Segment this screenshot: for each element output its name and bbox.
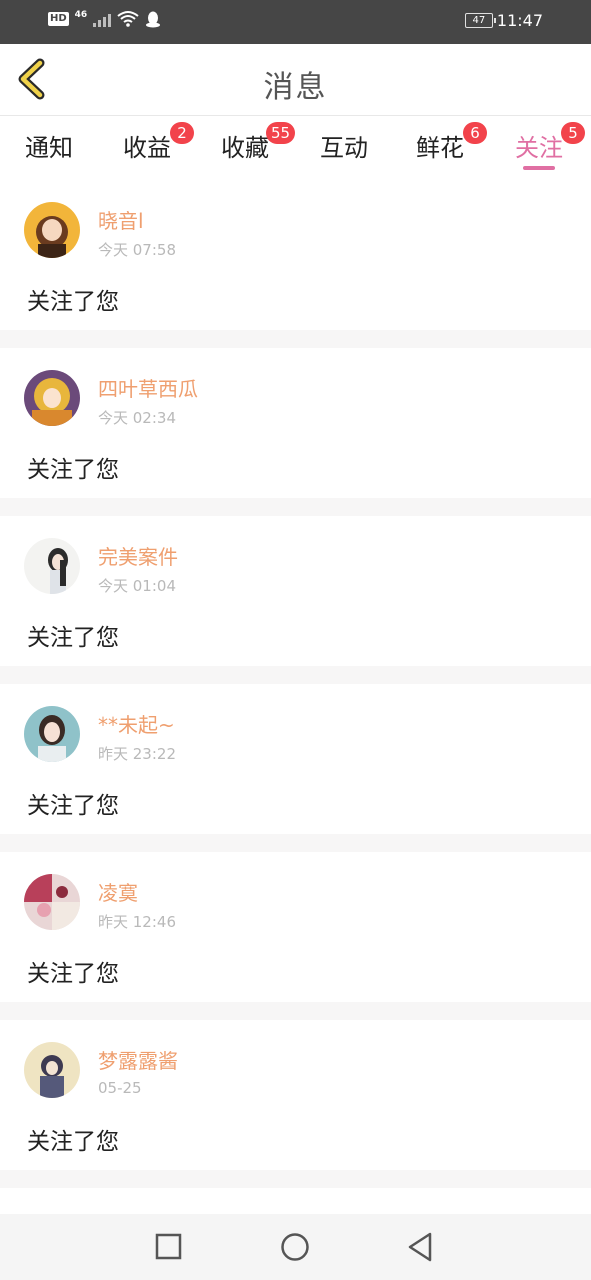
- user-name[interactable]: **未起~: [98, 709, 175, 738]
- hd-icon: HD: [48, 12, 69, 26]
- tab-following[interactable]: 关注 5: [515, 122, 585, 163]
- circle-icon: [281, 1233, 309, 1261]
- avatar[interactable]: [24, 706, 80, 762]
- tab-interactions[interactable]: 互动: [320, 128, 368, 163]
- message-text: 关注了您: [27, 793, 119, 819]
- tab-bar: 通知 收益 2 收藏 55 互动 鲜花 6 关注 5: [0, 116, 591, 180]
- recent-apps-button[interactable]: [152, 1230, 186, 1264]
- user-name[interactable]: 完美案件: [98, 541, 178, 570]
- system-nav-bar: [0, 1214, 591, 1280]
- user-name[interactable]: 梦露露酱: [98, 1045, 178, 1074]
- active-tab-indicator: [523, 166, 555, 170]
- message-time: 今天 02:34: [98, 409, 176, 427]
- message-card[interactable]: 完美案件 今天 01:04 关注了您: [0, 516, 591, 666]
- message-card[interactable]: 梦露露酱 05-25 关注了您: [0, 1020, 591, 1170]
- status-time: 11:47: [496, 11, 543, 30]
- tab-label: 收藏: [221, 134, 269, 162]
- message-time: 今天 07:58: [98, 241, 176, 259]
- avatar[interactable]: [24, 370, 80, 426]
- avatar[interactable]: [24, 202, 80, 258]
- tab-notifications[interactable]: 通知: [25, 128, 73, 163]
- square-icon: [155, 1233, 182, 1260]
- tab-label: 收益: [123, 134, 171, 162]
- network-label: 46: [74, 10, 88, 20]
- tab-flowers[interactable]: 鲜花 6: [416, 122, 487, 163]
- triangle-back-icon: [408, 1232, 432, 1262]
- tab-badge: 6: [463, 122, 487, 144]
- page-title: 消息: [263, 70, 328, 105]
- status-left: HD 46: [48, 10, 161, 28]
- tab-badge: 5: [561, 122, 585, 144]
- avatar[interactable]: [24, 874, 80, 930]
- message-text: 关注了您: [27, 457, 119, 483]
- battery-icon: 47: [464, 13, 496, 28]
- avatar[interactable]: [24, 1042, 80, 1098]
- tab-label: 通知: [25, 134, 73, 162]
- tab-label: 互动: [320, 134, 368, 162]
- avatar[interactable]: [24, 538, 80, 594]
- signal-icon: [93, 11, 112, 27]
- user-name[interactable]: 凌寞: [98, 877, 138, 906]
- user-name[interactable]: 四叶草西瓜: [98, 373, 198, 402]
- home-button[interactable]: [278, 1230, 312, 1264]
- message-card[interactable]: 四叶草西瓜 今天 02:34 关注了您: [0, 348, 591, 498]
- message-text: 关注了您: [27, 625, 119, 651]
- app-header: 消息: [0, 44, 591, 116]
- message-card[interactable]: **未起~ 昨天 23:22 关注了您: [0, 684, 591, 834]
- message-time: 昨天 12:46: [98, 913, 176, 931]
- message-card[interactable]: 凌寞 昨天 12:46 关注了您: [0, 852, 591, 1002]
- message-time: 05-25: [98, 1079, 142, 1097]
- message-text: 关注了您: [27, 289, 119, 315]
- message-text: 关注了您: [27, 961, 119, 987]
- tab-label: 关注: [515, 134, 563, 162]
- message-text: 关注了您: [27, 1129, 119, 1155]
- status-right: 47 11:47: [464, 11, 543, 30]
- back-nav-button[interactable]: [404, 1230, 438, 1264]
- tab-favorites[interactable]: 收藏 55: [221, 122, 296, 163]
- tab-earnings[interactable]: 收益 2: [123, 122, 194, 163]
- wifi-icon: [117, 11, 139, 27]
- message-time: 今天 01:04: [98, 577, 176, 595]
- message-card[interactable]: 晓音l 今天 07:58 关注了您: [0, 180, 591, 330]
- user-name[interactable]: 晓音l: [98, 205, 144, 234]
- tab-badge: 2: [170, 122, 194, 144]
- status-bar: HD 46 47 11:47: [0, 0, 591, 44]
- qq-icon: [146, 11, 161, 28]
- message-time: 昨天 23:22: [98, 745, 176, 763]
- tab-label: 鲜花: [416, 134, 464, 162]
- tab-badge: 55: [266, 122, 296, 144]
- message-card-partial[interactable]: [0, 1188, 591, 1214]
